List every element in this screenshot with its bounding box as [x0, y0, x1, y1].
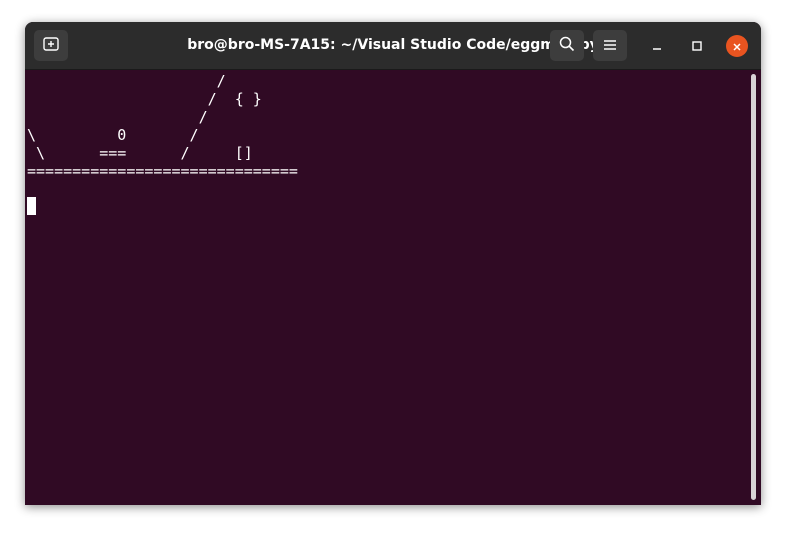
output-line-5: \ === / [] [27, 144, 253, 162]
output-line-2: / { } [27, 90, 262, 108]
search-icon [559, 36, 575, 56]
minimize-icon [651, 37, 663, 56]
new-tab-icon [43, 36, 59, 55]
text-cursor [27, 197, 36, 215]
minimize-button[interactable] [646, 35, 668, 57]
hamburger-menu-icon [603, 36, 617, 55]
vertical-scrollbar[interactable] [751, 74, 756, 500]
close-button[interactable] [726, 35, 748, 57]
search-button[interactable] [550, 30, 584, 61]
title-bar[interactable]: bro@bro-MS-7A15: ~/Visual Studio Code/eg… [25, 22, 761, 70]
maximize-button[interactable] [686, 35, 708, 57]
menu-button[interactable] [593, 30, 627, 61]
output-line-1: / [27, 72, 226, 90]
terminal-area[interactable]: / / { } / \ 0 / \ === / [] =============… [25, 70, 761, 505]
output-line-4: \ 0 / [27, 126, 199, 144]
close-icon [732, 37, 742, 56]
output-line-3: / [27, 108, 208, 126]
output-line-6: ============================== [27, 162, 298, 180]
new-tab-button[interactable] [34, 30, 68, 61]
terminal-window: bro@bro-MS-7A15: ~/Visual Studio Code/eg… [25, 22, 761, 505]
terminal-output: / / { } / \ 0 / \ === / [] =============… [27, 72, 298, 180]
maximize-icon [691, 37, 703, 56]
